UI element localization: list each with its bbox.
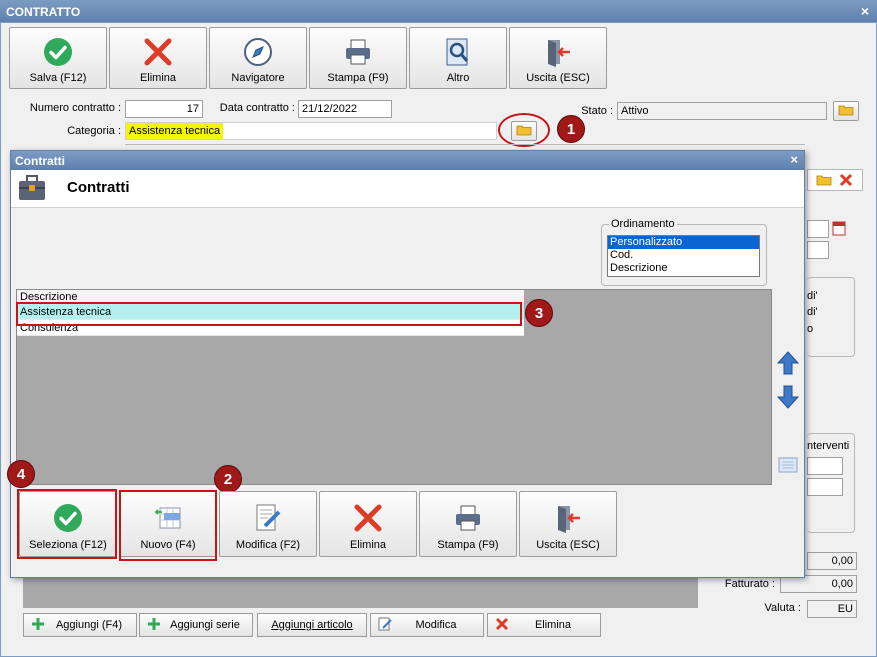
dialog-header: Contratti — [11, 170, 804, 208]
background-field — [807, 478, 843, 496]
window-close-icon[interactable]: × — [861, 3, 869, 19]
bg-text-interventi: nterventi — [807, 440, 850, 452]
refresh-icon — [776, 453, 800, 480]
bottom-delete-label: Elimina — [534, 619, 572, 631]
more-button[interactable]: Altro — [409, 27, 507, 89]
invoiced-label: Fatturato : — [724, 578, 775, 590]
contract-number-label: Numero contratto : — [29, 102, 121, 114]
category-label: Categoria : — [67, 125, 121, 137]
save-label: Salva (F12) — [29, 72, 87, 84]
pencil-icon — [220, 502, 316, 534]
add-series-button[interactable]: Aggiungi serie — [139, 613, 253, 637]
currency-field: EU — [807, 600, 857, 618]
annotation-badge-3: 3 — [525, 299, 553, 327]
more-label: Altro — [446, 72, 470, 84]
dialog-delete-label: Elimina — [349, 539, 387, 551]
exit-door-icon — [510, 36, 606, 68]
checkmark-icon — [10, 36, 106, 68]
category-field[interactable]: Assistenza tecnica — [125, 122, 497, 140]
annotation-badge-1: 1 — [557, 115, 585, 143]
contracts-dialog: Contratti × Contratti Ordinamento Person… — [7, 150, 805, 578]
ordering-option[interactable]: Personalizzato — [608, 236, 759, 249]
annotation-box-3 — [16, 302, 522, 326]
category-value: Assistenza tecnica — [126, 123, 224, 139]
ordering-listbox[interactable]: Personalizzato Cod. Descrizione — [607, 235, 760, 277]
ordering-option[interactable]: Cod. — [608, 249, 759, 262]
background-field — [807, 457, 843, 475]
status-lookup-button[interactable] — [833, 101, 859, 121]
background-field — [807, 220, 829, 238]
annotation-circle-1 — [498, 113, 550, 147]
window-title: CONTRATTO — [6, 5, 81, 19]
bottom-delete-button[interactable]: Elimina — [487, 613, 601, 637]
dialog-print-button[interactable]: Stampa (F9) — [419, 491, 517, 557]
background-field — [807, 241, 829, 259]
background-toolbar — [807, 169, 863, 191]
add-article-button[interactable]: Aggiungi articolo — [257, 613, 367, 637]
dialog-header-title: Contratti — [67, 179, 130, 196]
add-button[interactable]: Aggiungi (F4) — [23, 613, 137, 637]
print-label: Stampa (F9) — [327, 72, 389, 84]
contract-date-field[interactable]: 21/12/2022 — [298, 100, 392, 118]
exit-door-icon — [520, 502, 616, 534]
ordering-legend: Ordinamento — [609, 218, 677, 230]
annotation-box-2 — [119, 490, 217, 561]
edit-label: Modifica — [415, 619, 457, 631]
annotation-box-4 — [17, 489, 117, 559]
briefcase-icon — [17, 174, 47, 205]
edit-button[interactable]: Modifica — [370, 613, 484, 637]
currency-label: Valuta : — [764, 602, 802, 614]
dialog-close-icon[interactable]: × — [790, 152, 798, 167]
red-x-icon — [838, 172, 854, 191]
refresh-button[interactable] — [775, 451, 801, 481]
printer-icon — [310, 36, 406, 68]
dialog-exit-label: Uscita (ESC) — [536, 539, 600, 551]
contract-number-field[interactable]: 17 — [125, 100, 203, 118]
dialog-title: Contratti — [15, 154, 65, 168]
background-grid — [23, 578, 698, 608]
red-x-icon — [320, 502, 416, 534]
delete-label: Elimina — [139, 72, 177, 84]
navigator-button[interactable]: Navigatore — [209, 27, 307, 89]
annotation-badge-2: 2 — [214, 465, 242, 493]
arrow-down-icon — [776, 384, 800, 413]
annotation-badge-4: 4 — [7, 460, 35, 488]
dialog-exit-button[interactable]: Uscita (ESC) — [519, 491, 617, 557]
dialog-edit-button[interactable]: Modifica (F2) — [219, 491, 317, 557]
move-down-button[interactable] — [775, 383, 801, 413]
navigator-label: Navigatore — [231, 72, 285, 84]
add-series-label: Aggiungi serie — [170, 619, 240, 631]
dialog-title-bar: Contratti × — [11, 151, 804, 170]
printer-icon — [420, 502, 516, 534]
red-x-icon — [110, 36, 206, 68]
bg-text-di-2: di' — [807, 306, 818, 318]
contract-date-label: Data contratto : — [219, 102, 295, 114]
add-label: Aggiungi (F4) — [55, 619, 123, 631]
exit-button[interactable]: Uscita (ESC) — [509, 27, 607, 89]
compass-icon — [210, 36, 306, 68]
save-button[interactable]: Salva (F12) — [9, 27, 107, 89]
exit-label: Uscita (ESC) — [526, 72, 590, 84]
calendar-icon[interactable] — [832, 220, 846, 239]
dialog-print-label: Stampa (F9) — [437, 539, 499, 551]
bg-text-di-1: di' — [807, 290, 818, 302]
dialog-delete-button[interactable]: Elimina — [319, 491, 417, 557]
delete-button[interactable]: Elimina — [109, 27, 207, 89]
magnifier-document-icon — [410, 36, 506, 68]
amount-field: 0,00 — [807, 552, 857, 570]
move-up-button[interactable] — [775, 349, 801, 379]
window-title-bar: CONTRATTO × — [0, 0, 877, 22]
add-article-label: Aggiungi articolo — [271, 619, 353, 631]
ordering-option[interactable]: Descrizione — [608, 262, 759, 275]
folder-icon — [816, 174, 832, 189]
dialog-edit-label: Modifica (F2) — [235, 539, 301, 551]
folder-icon — [838, 104, 854, 119]
print-button[interactable]: Stampa (F9) — [309, 27, 407, 89]
status-field[interactable]: Attivo — [617, 102, 827, 120]
bg-text-o: o — [807, 323, 814, 335]
arrow-up-icon — [776, 350, 800, 379]
